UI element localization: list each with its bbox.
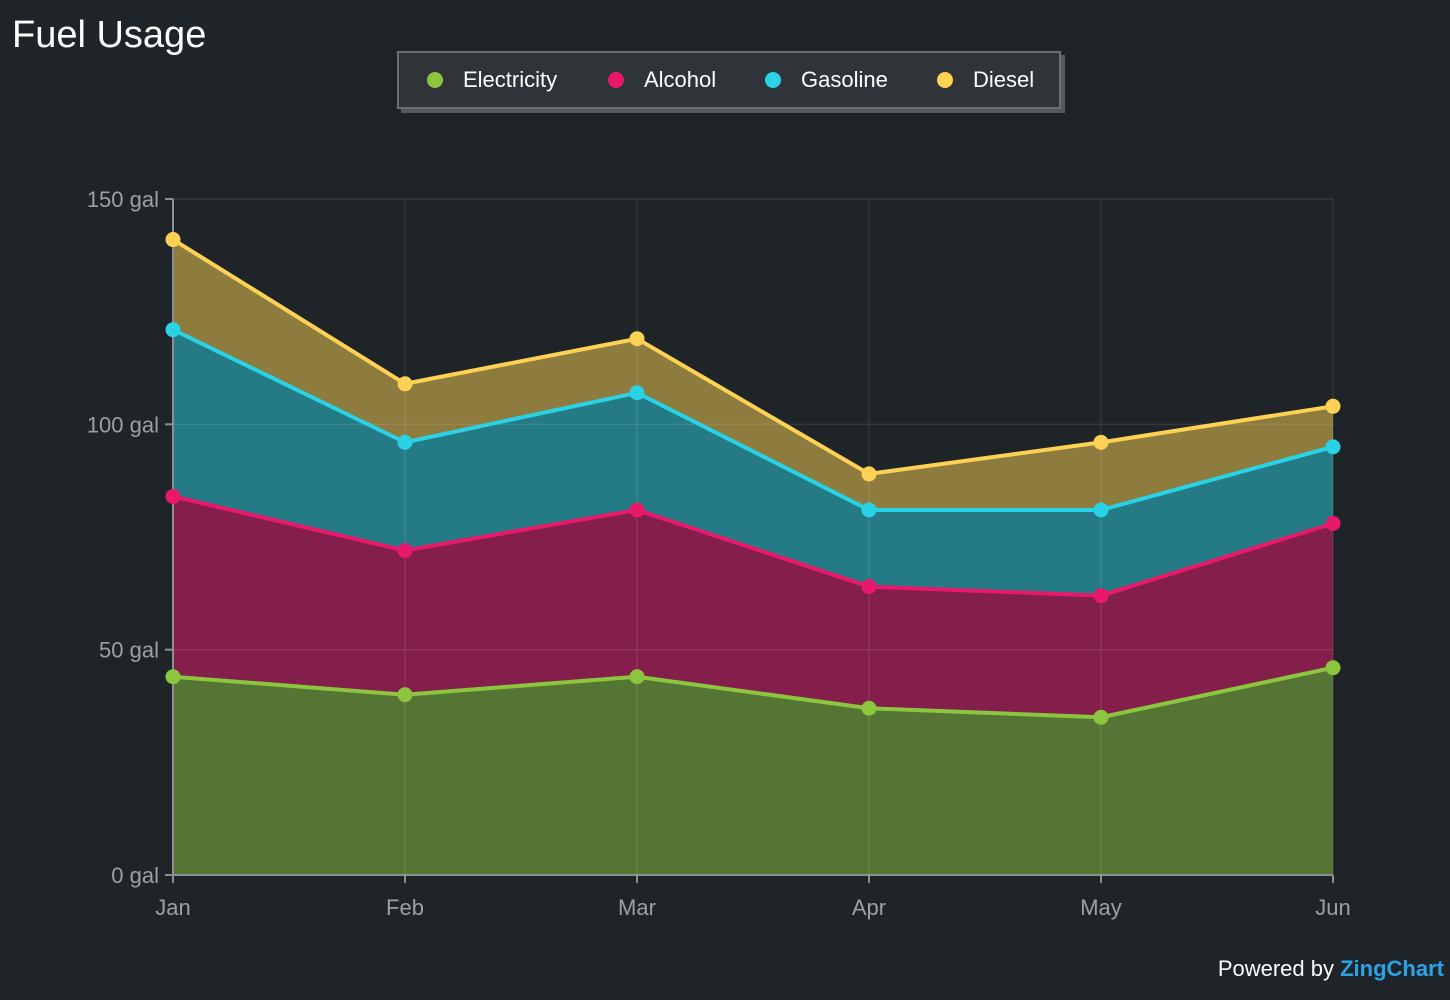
point-diesel-feb: [397, 376, 413, 392]
point-diesel-mar: [629, 331, 645, 347]
point-electricity-jun: [1325, 660, 1341, 676]
credit-brand-link[interactable]: ZingChart: [1340, 956, 1444, 981]
y-tick-label-100: 100 gal: [87, 412, 159, 437]
powered-by-credit[interactable]: Powered by ZingChart: [1218, 956, 1444, 982]
point-alcohol-apr: [861, 579, 877, 595]
point-diesel-jan: [165, 232, 181, 248]
point-electricity-may: [1093, 709, 1109, 725]
y-tick-label-50: 50 gal: [99, 638, 159, 663]
x-tick-label-apr: Apr: [852, 895, 886, 920]
point-gasoline-feb: [397, 434, 413, 450]
x-tick-label-jun: Jun: [1315, 895, 1350, 920]
point-gasoline-jan: [165, 322, 181, 338]
chart-plot: 0 gal 50 gal 100 gal 150 gal Jan Feb Mar Apr May…: [87, 187, 1351, 920]
y-tick-label-0: 0 gal: [111, 863, 159, 888]
point-electricity-mar: [629, 669, 645, 685]
point-diesel-jun: [1325, 398, 1341, 414]
x-tick-label-feb: Feb: [386, 895, 424, 920]
point-alcohol-jun: [1325, 515, 1341, 531]
point-alcohol-mar: [629, 502, 645, 518]
x-tick-label-mar: Mar: [618, 895, 656, 920]
x-tick-label-jan: Jan: [155, 895, 190, 920]
point-alcohol-may: [1093, 588, 1109, 604]
x-tick-label-may: May: [1080, 895, 1122, 920]
point-gasoline-jun: [1325, 439, 1341, 455]
point-gasoline-may: [1093, 502, 1109, 518]
point-diesel-apr: [861, 466, 877, 482]
point-diesel-may: [1093, 434, 1109, 450]
point-alcohol-jan: [165, 488, 181, 504]
point-gasoline-mar: [629, 385, 645, 401]
point-electricity-jan: [165, 669, 181, 685]
y-tick-label-150: 150 gal: [87, 187, 159, 212]
point-electricity-apr: [861, 700, 877, 716]
point-alcohol-feb: [397, 543, 413, 559]
point-electricity-feb: [397, 687, 413, 703]
credit-prefix: Powered by: [1217, 956, 1341, 981]
point-gasoline-apr: [861, 502, 877, 518]
